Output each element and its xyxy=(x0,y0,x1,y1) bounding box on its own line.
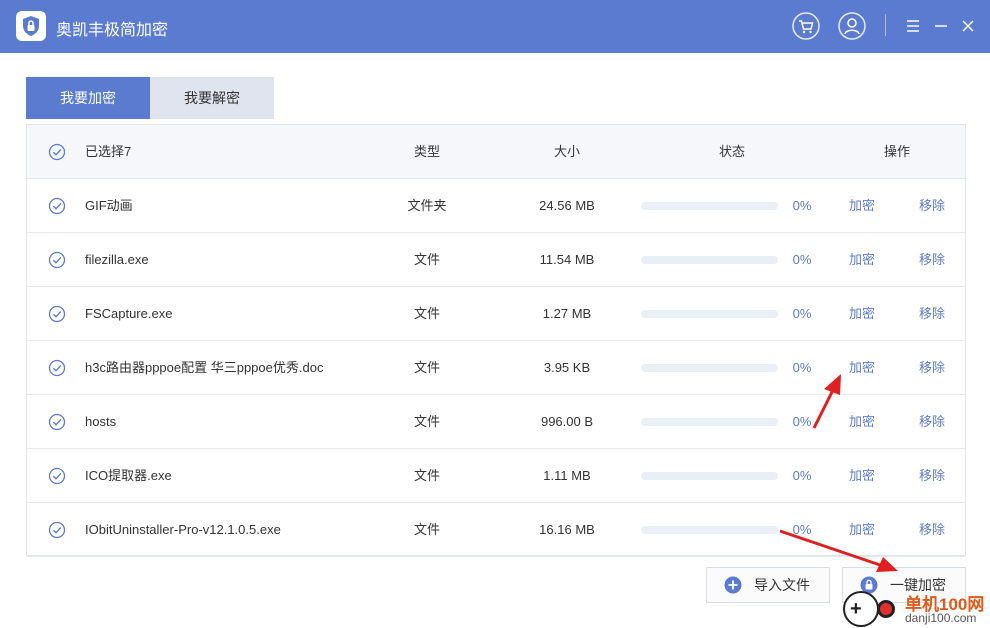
row-checkbox[interactable] xyxy=(48,359,66,377)
file-size: 996.00 B xyxy=(540,414,594,429)
header-type: 类型 xyxy=(413,144,440,159)
progress-bar xyxy=(641,310,778,318)
row-checkbox[interactable] xyxy=(48,413,66,431)
tab-encrypt[interactable]: 我要加密 xyxy=(26,77,150,119)
file-type: 文件夹 xyxy=(407,198,447,213)
watermark-line2: danji100.com xyxy=(905,611,977,625)
header-status: 状态 xyxy=(718,144,745,159)
file-type: 文件 xyxy=(413,522,440,537)
watermark-dot-icon xyxy=(877,600,895,618)
file-type: 文件 xyxy=(413,468,440,483)
user-icon[interactable] xyxy=(837,10,867,42)
app-title: 奥凯丰极简加密 xyxy=(56,22,169,39)
remove-link[interactable]: 移除 xyxy=(919,341,945,395)
file-name: GIF动画 xyxy=(85,198,133,213)
file-name: h3c路由器pppoe配置 华三pppoe优秀.doc xyxy=(85,360,324,375)
row-checkbox[interactable] xyxy=(48,197,66,215)
file-type: 文件 xyxy=(413,306,440,321)
row-checkbox[interactable] xyxy=(48,251,66,269)
file-name: filezilla.exe xyxy=(85,252,149,267)
file-name: hosts xyxy=(85,414,117,429)
row-checkbox[interactable] xyxy=(48,467,66,485)
encrypt-link[interactable]: 加密 xyxy=(849,233,875,287)
file-name: ICO提取器.exe xyxy=(85,468,172,483)
import-files-label: 导入文件 xyxy=(754,577,810,593)
table-header: 已选择7 类型 大小 状态 操作 xyxy=(27,125,965,179)
encrypt-link[interactable]: 加密 xyxy=(849,341,875,395)
table-row: IObitUninstaller-Pro-v12.1.0.5.exe 文件 16.1… xyxy=(27,503,965,557)
progress-percent: 0% xyxy=(792,306,812,321)
app-logo-icon xyxy=(16,11,46,41)
file-size: 16.16 MB xyxy=(539,522,595,537)
remove-link[interactable]: 移除 xyxy=(919,233,945,287)
row-checkbox[interactable] xyxy=(48,521,66,539)
encrypt-link[interactable]: 加密 xyxy=(849,449,875,503)
remove-link[interactable]: 移除 xyxy=(919,449,945,503)
table-row: GIF动画 文件夹 24.56 MB 0% 加密 移除 xyxy=(27,179,965,233)
plus-circle-icon xyxy=(724,576,742,594)
progress-bar xyxy=(641,364,778,372)
header-action: 操作 xyxy=(883,144,910,159)
file-type: 文件 xyxy=(413,252,440,267)
file-size: 11.54 MB xyxy=(539,252,595,267)
menu-icon[interactable] xyxy=(898,10,928,42)
table-row: FSCapture.exe 文件 1.27 MB 0% 加密 移除 xyxy=(27,287,965,341)
remove-link[interactable]: 移除 xyxy=(919,395,945,449)
table-row: h3c路由器pppoe配置 华三pppoe优秀.doc 文件 3.95 KB 0% 加密… xyxy=(27,341,965,395)
tab-decrypt[interactable]: 我要解密 xyxy=(150,77,274,119)
row-checkbox[interactable] xyxy=(48,305,66,323)
file-size: 1.11 MB xyxy=(543,468,591,483)
watermark: + 单机100网 danji100.com xyxy=(843,589,990,628)
progress-bar xyxy=(641,202,778,210)
close-icon[interactable] xyxy=(953,10,983,42)
progress-percent: 0% xyxy=(792,252,812,267)
table-row: ICO提取器.exe 文件 1.11 MB 0% 加密 移除 xyxy=(27,449,965,503)
file-type: 文件 xyxy=(413,360,440,375)
titlebar-separator xyxy=(885,14,886,36)
encrypt-link[interactable]: 加密 xyxy=(849,287,875,341)
file-table: 已选择7 类型 大小 状态 操作 GIF动画 文件夹 24.56 MB 0% 加密 移除 f… xyxy=(26,124,966,557)
progress-percent: 0% xyxy=(792,198,812,213)
progress-percent: 0% xyxy=(792,414,812,429)
table-row: hosts 文件 996.00 B 0% 加密 移除 xyxy=(27,395,965,449)
remove-link[interactable]: 移除 xyxy=(919,503,945,557)
import-files-button[interactable]: 导入文件 xyxy=(706,567,830,603)
file-size: 3.95 KB xyxy=(543,360,591,375)
encrypt-link[interactable]: 加密 xyxy=(849,503,875,557)
progress-percent: 0% xyxy=(792,468,812,483)
table-row: filezilla.exe 文件 11.54 MB 0% 加密 移除 xyxy=(27,233,965,287)
progress-percent: 0% xyxy=(792,360,812,375)
cart-icon[interactable] xyxy=(791,10,821,42)
encrypt-link[interactable]: 加密 xyxy=(849,395,875,449)
progress-bar xyxy=(641,256,778,264)
header-size: 大小 xyxy=(553,144,580,159)
encrypt-link[interactable]: 加密 xyxy=(849,179,875,233)
select-all-checkbox[interactable] xyxy=(48,143,66,161)
file-type: 文件 xyxy=(413,414,440,429)
title-bar: 奥凯丰极简加密 xyxy=(0,0,990,53)
progress-percent: 0% xyxy=(792,522,812,537)
file-size: 1.27 MB xyxy=(542,306,592,321)
remove-link[interactable]: 移除 xyxy=(919,287,945,341)
progress-bar xyxy=(641,526,778,534)
minimize-icon[interactable] xyxy=(926,10,956,42)
watermark-logo-icon: + xyxy=(843,591,879,627)
file-name: FSCapture.exe xyxy=(85,306,173,321)
progress-bar xyxy=(641,472,778,480)
remove-link[interactable]: 移除 xyxy=(919,179,945,233)
header-selected-count: 已选择7 xyxy=(85,144,132,159)
file-size: 24.56 MB xyxy=(539,198,595,213)
file-name: IObitUninstaller-Pro-v12.1.0.5.exe xyxy=(85,522,281,537)
progress-bar xyxy=(641,418,778,426)
